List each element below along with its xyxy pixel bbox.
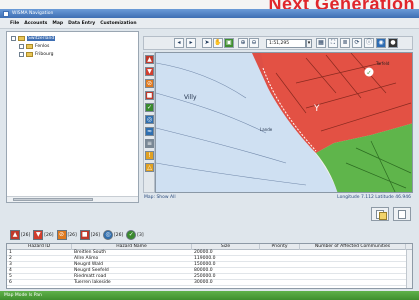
menu-data-entry[interactable]: Data Entry [68, 21, 95, 26]
tree-item-label: Fribourg [35, 52, 54, 57]
flood-icon[interactable]: ▼ [145, 67, 154, 76]
menu-map[interactable]: Map [52, 21, 63, 26]
folder-icon [26, 52, 33, 57]
full-extent-icon[interactable]: ⛶ [328, 38, 338, 48]
scale-field[interactable]: 1:51,295 [266, 39, 306, 48]
refresh-icon[interactable]: ⟳ [352, 38, 362, 48]
layers-icon[interactable]: ≣ [340, 38, 350, 48]
region-tree: Switzerland Fenlos Fribourg [6, 31, 139, 203]
map-toolbar: ◂ ▸ ➤ ✋ ▣ ⊕ ⊖ 1:51,295 ▾ ▦ ⛶ ≣ ⟳ ⓘ ◉ ● [143, 36, 413, 50]
scroll-thumb[interactable] [13, 198, 93, 201]
expand-icon[interactable] [19, 44, 24, 49]
tree-horizontal-scrollbar[interactable] [7, 196, 138, 202]
table-cell: 30000.0 [194, 280, 213, 285]
menu-bar: File Accounts Map Data Entry Customizati… [0, 18, 419, 29]
pointer-icon[interactable]: ➤ [202, 38, 212, 48]
hazard-tab-hospital[interactable]: ■ [26] [79, 230, 100, 240]
folder-icon [18, 36, 25, 41]
hazard-tab-flood[interactable]: ▼ [26] [33, 230, 54, 240]
triangle-icon[interactable]: △ [145, 163, 154, 172]
hazard-tab-fire[interactable]: ▲ [26] [10, 230, 30, 240]
tree-item-label: Fenlos [35, 44, 50, 49]
document-icon [398, 210, 406, 219]
recycle-icon: ◎ [103, 230, 113, 240]
flood-icon: ▼ [33, 230, 44, 240]
fire-icon[interactable]: ▲ [145, 55, 154, 64]
recycle-icon[interactable]: ◎ [145, 115, 154, 124]
expand-icon[interactable] [19, 52, 24, 57]
folder-icon [379, 212, 387, 220]
road-icon[interactable]: ≡ [145, 139, 154, 148]
table-row[interactable]: 6 Tuerren lakeside 30000.0 [7, 280, 412, 286]
table-cell: 6 [9, 280, 12, 285]
hazard-count: [3] [137, 232, 144, 238]
pan-hand-icon[interactable]: ✋ [213, 38, 223, 48]
map-label: Lande [260, 127, 273, 132]
map-drawing: Y ✓ Villy Tarfeld Lande [156, 53, 412, 192]
tree-item-child[interactable]: Fenlos [19, 44, 49, 49]
cursor-mark: Y [313, 104, 320, 114]
hazard-count: [26] [21, 232, 31, 238]
map-label: Villy [184, 94, 197, 101]
zoom-in-icon[interactable]: ⊕ [238, 38, 248, 48]
hazard-count: [26] [44, 232, 54, 238]
hazard-tab-recycle[interactable]: ◎ [26] [103, 230, 123, 240]
map-canvas[interactable]: Y ✓ Villy Tarfeld Lande [155, 52, 413, 193]
map-label: Tarfeld [375, 61, 390, 66]
hazard-filter-bar: ▲ [26] ▼ [26] ⊘ [26] ■ [26] ◎ [26] ✓ [3] [6, 228, 413, 242]
hospital-icon[interactable]: ■ [145, 91, 154, 100]
hazard-count: [26] [67, 232, 77, 238]
tree-item-child[interactable]: Fribourg [19, 52, 53, 57]
tree-item-root[interactable]: Switzerland [11, 36, 56, 41]
menu-accounts[interactable]: Accounts [24, 21, 47, 26]
checkmark-icon: ✓ [126, 230, 137, 240]
info-icon[interactable]: ⓘ [364, 38, 374, 48]
map-status-bar: Map: Show All Longitude 7.112 Latitude 4… [143, 194, 413, 202]
grid-icon[interactable]: ▦ [316, 38, 326, 48]
arrow-left-icon[interactable]: ◂ [174, 38, 184, 48]
menu-file[interactable]: File [10, 21, 19, 26]
checkmark-icon[interactable]: ✓ [145, 103, 154, 112]
window-title: WISMA Navigation [12, 11, 54, 16]
table-cell: Tuerren lakeside [74, 280, 111, 285]
folder-icon [26, 44, 33, 49]
hazard-tab-check[interactable]: ✓ [3] [126, 230, 144, 240]
window-titlebar: WISMA Navigation [0, 9, 419, 18]
hazard-table: Hazard ID Hazard Name Size Priority Numb… [6, 243, 413, 289]
fire-icon: ▲ [10, 230, 20, 240]
hazard-tab-no-entry[interactable]: ⊘ [26] [56, 230, 77, 240]
menu-customization[interactable]: Customization [100, 21, 136, 26]
hazard-count: [26] [114, 232, 124, 238]
table-vertical-scrollbar[interactable] [406, 250, 412, 288]
hazard-tool-bar: ▲ ▼ ⊘ ■ ✓ ◎ ≈ ≡ ! △ [143, 52, 155, 193]
coordinate-readout: Longitude 7.112 Latitude 46.946 [337, 195, 411, 200]
checkmark-icon: ✓ [367, 70, 372, 77]
collapse-icon[interactable] [11, 36, 16, 41]
hazard-count: [26] [90, 232, 100, 238]
warning-icon[interactable]: ! [145, 151, 154, 160]
no-entry-icon[interactable]: ⊘ [145, 79, 154, 88]
arrow-right-icon[interactable]: ▸ [186, 38, 196, 48]
select-icon[interactable]: ▣ [224, 38, 234, 48]
hospital-icon: ■ [79, 230, 90, 240]
chevron-down-icon[interactable]: ▾ [306, 39, 312, 48]
open-document-button[interactable] [393, 207, 411, 221]
app-icon [3, 10, 9, 17]
zoom-out-icon[interactable]: ⊖ [249, 38, 259, 48]
globe-icon[interactable]: ◉ [376, 38, 386, 48]
map-mode-text: Map: Show All [144, 195, 176, 200]
tree-item-label: Switzerland [27, 36, 56, 41]
status-bar: Map Mode Is Pan [0, 291, 419, 300]
new-document-button[interactable] [371, 207, 389, 221]
no-entry-icon: ⊘ [56, 230, 67, 240]
water-icon[interactable]: ≈ [145, 127, 154, 136]
camera-icon[interactable]: ● [388, 38, 398, 48]
